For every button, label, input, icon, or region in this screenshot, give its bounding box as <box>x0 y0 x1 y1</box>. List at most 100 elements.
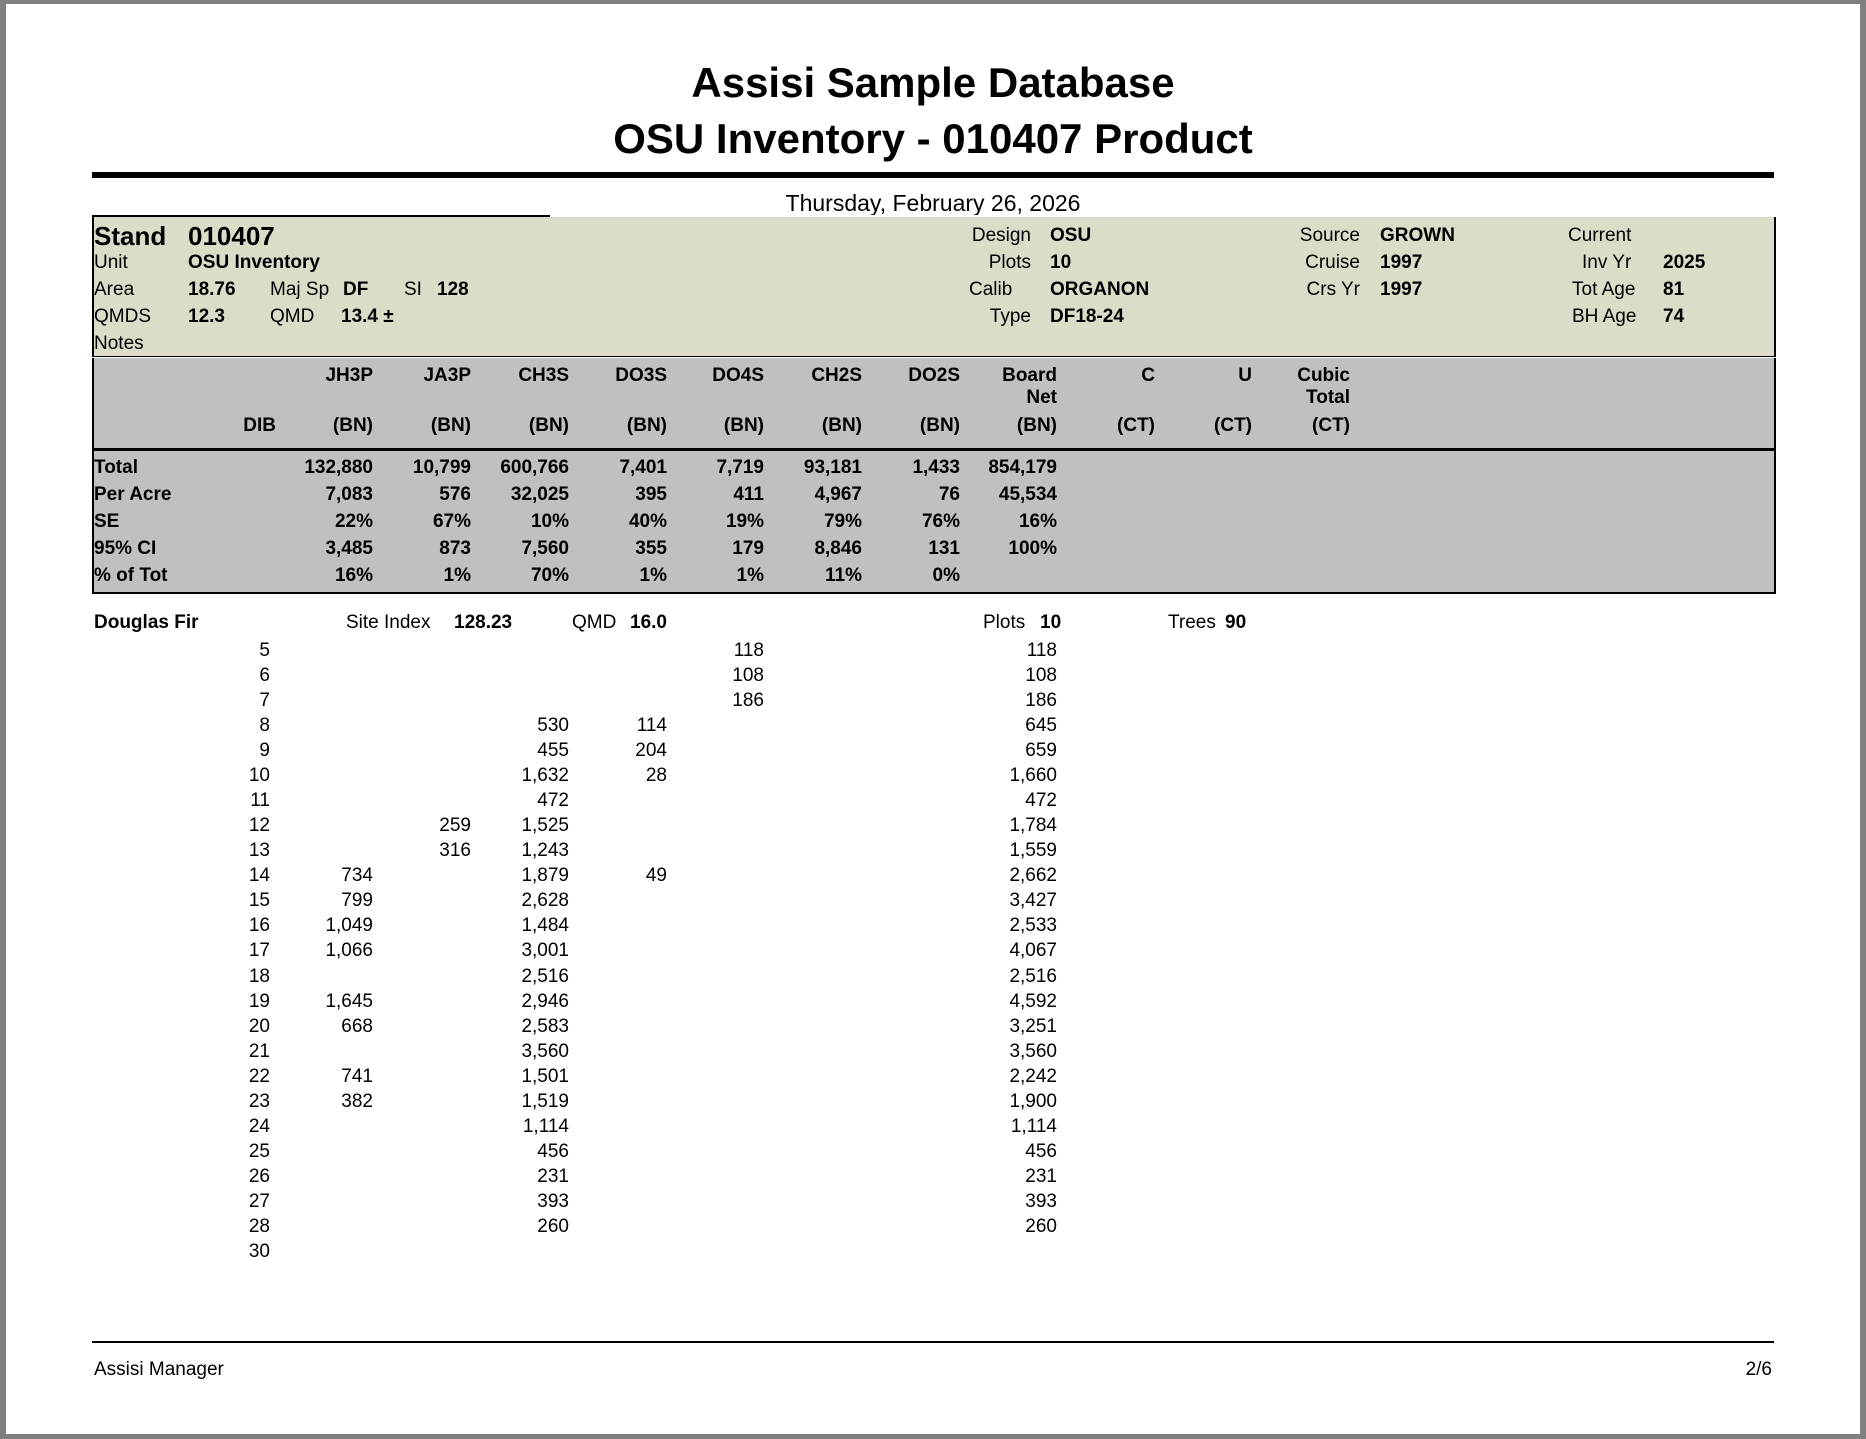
column-header-top: DO4S <box>712 365 764 386</box>
column-header-top: C <box>1141 365 1155 386</box>
table-cell: 456 <box>537 1141 569 1162</box>
summary-cell: 355 <box>635 538 667 559</box>
area-value: 18.76 <box>188 279 236 300</box>
dib-cell: 8 <box>259 715 270 736</box>
plots-label: Plots <box>988 252 1031 273</box>
table-cell: 456 <box>1025 1141 1057 1162</box>
summary-cell: 1% <box>443 565 471 586</box>
table-cell: 204 <box>635 740 667 761</box>
table-cell: 1,243 <box>521 840 569 861</box>
report-date: Thursday, February 26, 2026 <box>785 190 1081 216</box>
summary-cell: 132,880 <box>304 457 373 478</box>
table-cell: 3,001 <box>521 940 569 961</box>
dib-cell: 27 <box>248 1191 270 1212</box>
site-index-label: Site Index <box>346 612 431 633</box>
summary-row-label: Total <box>94 457 138 478</box>
summary-cell: 1% <box>736 565 764 586</box>
table-cell: 4,067 <box>1009 940 1057 961</box>
table-cell: 49 <box>645 865 667 886</box>
dib-cell: 10 <box>248 765 270 786</box>
dib-cell: 18 <box>248 966 270 987</box>
summary-row-label: 95% CI <box>94 538 157 559</box>
summary-cell: 0% <box>932 565 960 586</box>
report-title: Assisi Sample Database <box>691 59 1175 106</box>
column-header-top: JH3P <box>325 365 373 386</box>
summary-cell: 854,179 <box>988 457 1057 478</box>
summary-cell: 10% <box>530 511 569 532</box>
species-qmd-label: QMD <box>572 612 617 633</box>
table-cell: 186 <box>732 690 764 711</box>
table-cell: 260 <box>1025 1216 1057 1237</box>
footer-app-name: Assisi Manager <box>94 1359 224 1380</box>
table-cell: 3,427 <box>1009 890 1057 911</box>
dib-cell: 15 <box>248 890 270 911</box>
summary-row-label: SE <box>94 511 120 532</box>
table-cell: 799 <box>341 890 373 911</box>
dib-cell: 22 <box>248 1066 270 1087</box>
table-cell: 1,484 <box>521 915 569 936</box>
table-cell: 4,592 <box>1009 991 1057 1012</box>
table-cell: 741 <box>341 1066 373 1087</box>
summary-cell: 40% <box>628 511 667 532</box>
table-cell: 3,251 <box>1009 1016 1057 1037</box>
cruise-label: Cruise <box>1305 252 1360 273</box>
species-trees-label: Trees <box>1168 612 1216 633</box>
table-cell: 472 <box>537 790 569 811</box>
table-cell: 1,559 <box>1009 840 1057 861</box>
table-cell: 1,519 <box>521 1091 569 1112</box>
table-cell: 108 <box>732 665 764 686</box>
table-cell: 2,946 <box>521 991 569 1012</box>
table-cell: 1,049 <box>325 915 373 936</box>
species-qmd-value: 16.0 <box>630 612 667 633</box>
table-cell: 455 <box>537 740 569 761</box>
table-cell: 28 <box>645 765 667 786</box>
table-cell: 1,784 <box>1009 815 1057 836</box>
column-header-top: Board <box>1002 365 1057 386</box>
dib-cell: 12 <box>248 815 270 836</box>
summary-cell: 16% <box>1018 511 1057 532</box>
table-cell: 1,660 <box>1009 765 1057 786</box>
table-cell: 2,583 <box>521 1016 569 1037</box>
summary-cell: 7,083 <box>325 484 373 505</box>
dib-cell: 19 <box>248 991 270 1012</box>
table-cell: 1,900 <box>1009 1091 1057 1112</box>
column-header-unit: (BN) <box>723 415 764 436</box>
si-label: SI <box>404 279 422 300</box>
table-cell: 668 <box>341 1016 373 1037</box>
invyr-value: 2025 <box>1663 252 1706 273</box>
table-cell: 2,516 <box>521 966 569 987</box>
current-label: Current <box>1568 225 1632 246</box>
unit-value: OSU Inventory <box>188 252 320 273</box>
dib-cell: 16 <box>248 915 270 936</box>
dib-cell: 14 <box>248 865 270 886</box>
footer-rule <box>92 1341 1774 1343</box>
report-subtitle: OSU Inventory - 010407 Product <box>613 115 1253 162</box>
type-value: DF18-24 <box>1050 306 1124 327</box>
table-cell: 259 <box>439 815 471 836</box>
table-cell: 393 <box>537 1191 569 1212</box>
si-value: 128 <box>437 279 469 300</box>
table-cell: 1,501 <box>521 1066 569 1087</box>
dib-cell: 26 <box>248 1166 270 1187</box>
column-header-top: U <box>1238 365 1252 386</box>
plots-value: 10 <box>1050 252 1072 273</box>
column-header-unit: (BN) <box>528 415 569 436</box>
table-cell: 2,516 <box>1009 966 1057 987</box>
column-header-unit: (BN) <box>626 415 667 436</box>
summary-cell: 4,967 <box>814 484 862 505</box>
crsyr-label: Crs Yr <box>1306 279 1360 300</box>
summary-cell: 600,766 <box>500 457 569 478</box>
table-cell: 530 <box>537 715 569 736</box>
dib-cell: 7 <box>259 690 270 711</box>
design-value: OSU <box>1050 225 1092 246</box>
summary-cell: 873 <box>439 538 471 559</box>
table-cell: 1,114 <box>1010 1116 1057 1137</box>
summary-cell: 1% <box>639 565 667 586</box>
table-cell: 231 <box>1025 1166 1057 1187</box>
table-cell: 734 <box>341 865 373 886</box>
table-cell: 1,879 <box>521 865 569 886</box>
table-cell: 118 <box>733 640 764 661</box>
table-cell: 3,560 <box>1009 1041 1057 1062</box>
summary-cell: 67% <box>432 511 471 532</box>
table-cell: 2,662 <box>1009 865 1057 886</box>
